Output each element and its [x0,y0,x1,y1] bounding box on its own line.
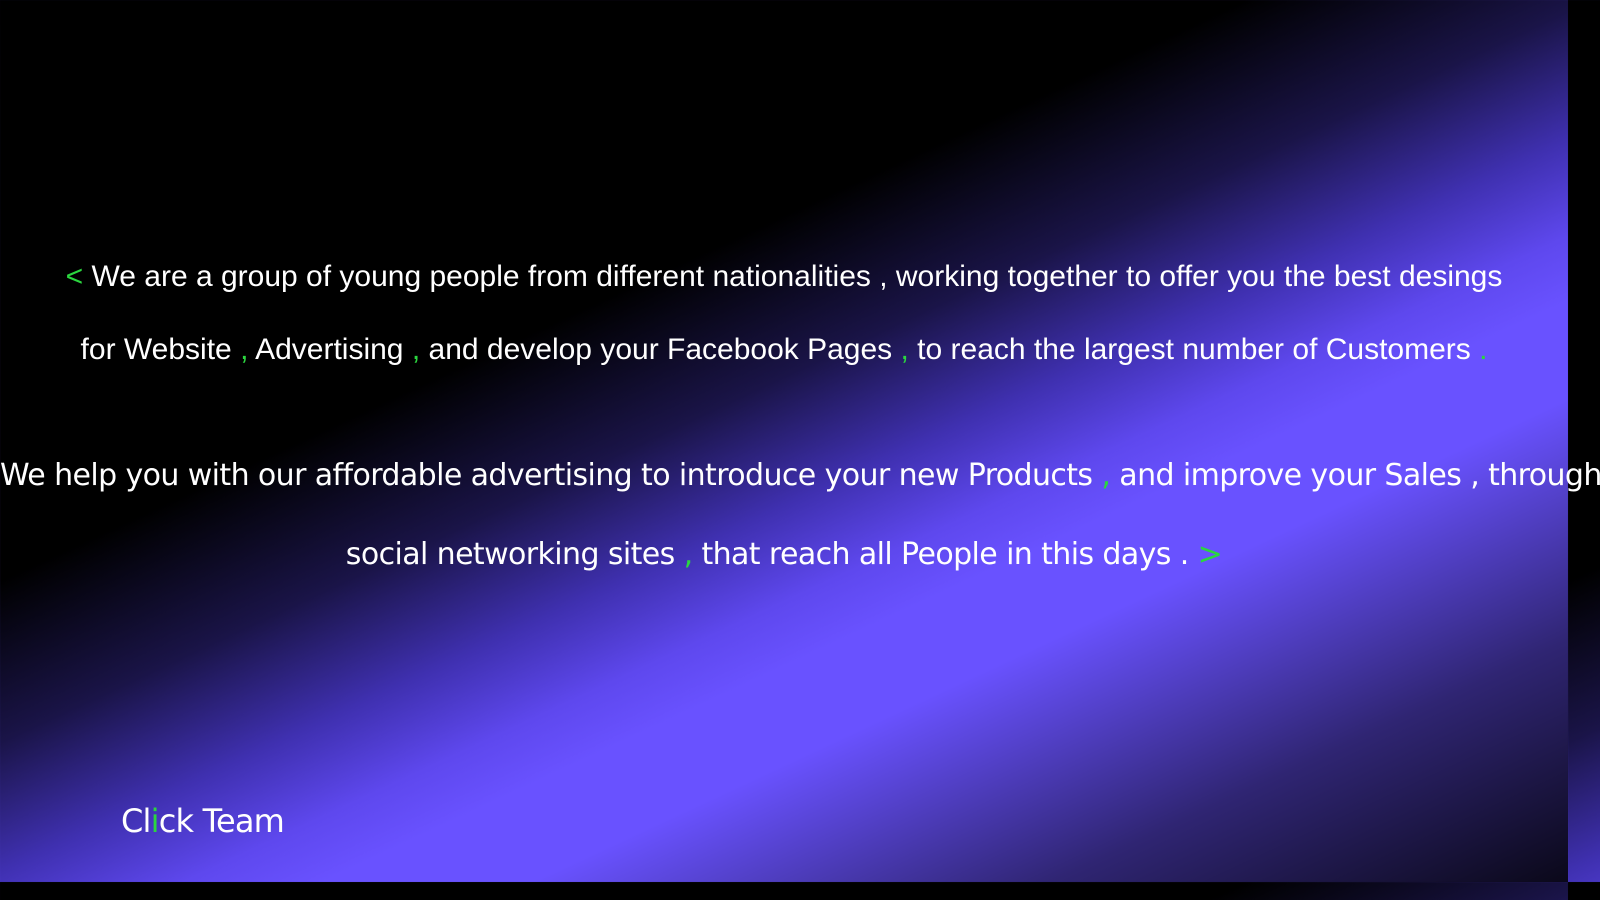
help-line-1-part1: We help you with our affordable advertis… [0,458,1102,493]
accent-comma: , [411,333,421,366]
intro-line-2-part1: for Website [80,333,241,366]
intro-paragraph: < We are a group of young people from di… [0,240,1568,386]
page: { "colors": { "accent": "#2bd63f", "text… [0,0,1600,882]
open-bracket: < [65,260,84,293]
intro-line-1: < We are a group of young people from di… [0,240,1568,313]
help-line-2-part1: social networking sites [345,537,684,572]
intro-line-1-text: We are a group of young people from diff… [83,260,1503,293]
accent-period: . [1479,333,1488,366]
close-bracket: > [1197,537,1223,572]
intro-line-2: for Website , Advertising , and develop … [0,313,1568,386]
help-line-1: We help you with our affordable advertis… [0,436,1600,515]
intro-line-2-part4: to reach the largest number of Customers [908,333,1480,366]
intro-line-2-part3: and develop your Facebook Pages [420,333,901,366]
help-line-2: social networking sites , that reach all… [0,515,1568,594]
main-content: < We are a group of young people from di… [0,0,1600,882]
help-line-2-part2: that reach all People in this days . [692,537,1198,572]
brand-part2: ck Team [158,802,285,840]
accent-comma: , [900,333,909,366]
help-line-1-part2: and improve your Sales , through [1110,458,1600,493]
accent-comma: , [683,537,694,572]
help-paragraph: We help you with our affordable advertis… [0,436,1600,594]
brand-logo-text: Click Team [121,802,285,840]
accent-comma: , [1101,458,1111,493]
intro-line-2-part2: Advertising [248,333,412,366]
brand-part1: Cl [121,802,151,840]
brand-accent-letter: i [150,802,160,840]
